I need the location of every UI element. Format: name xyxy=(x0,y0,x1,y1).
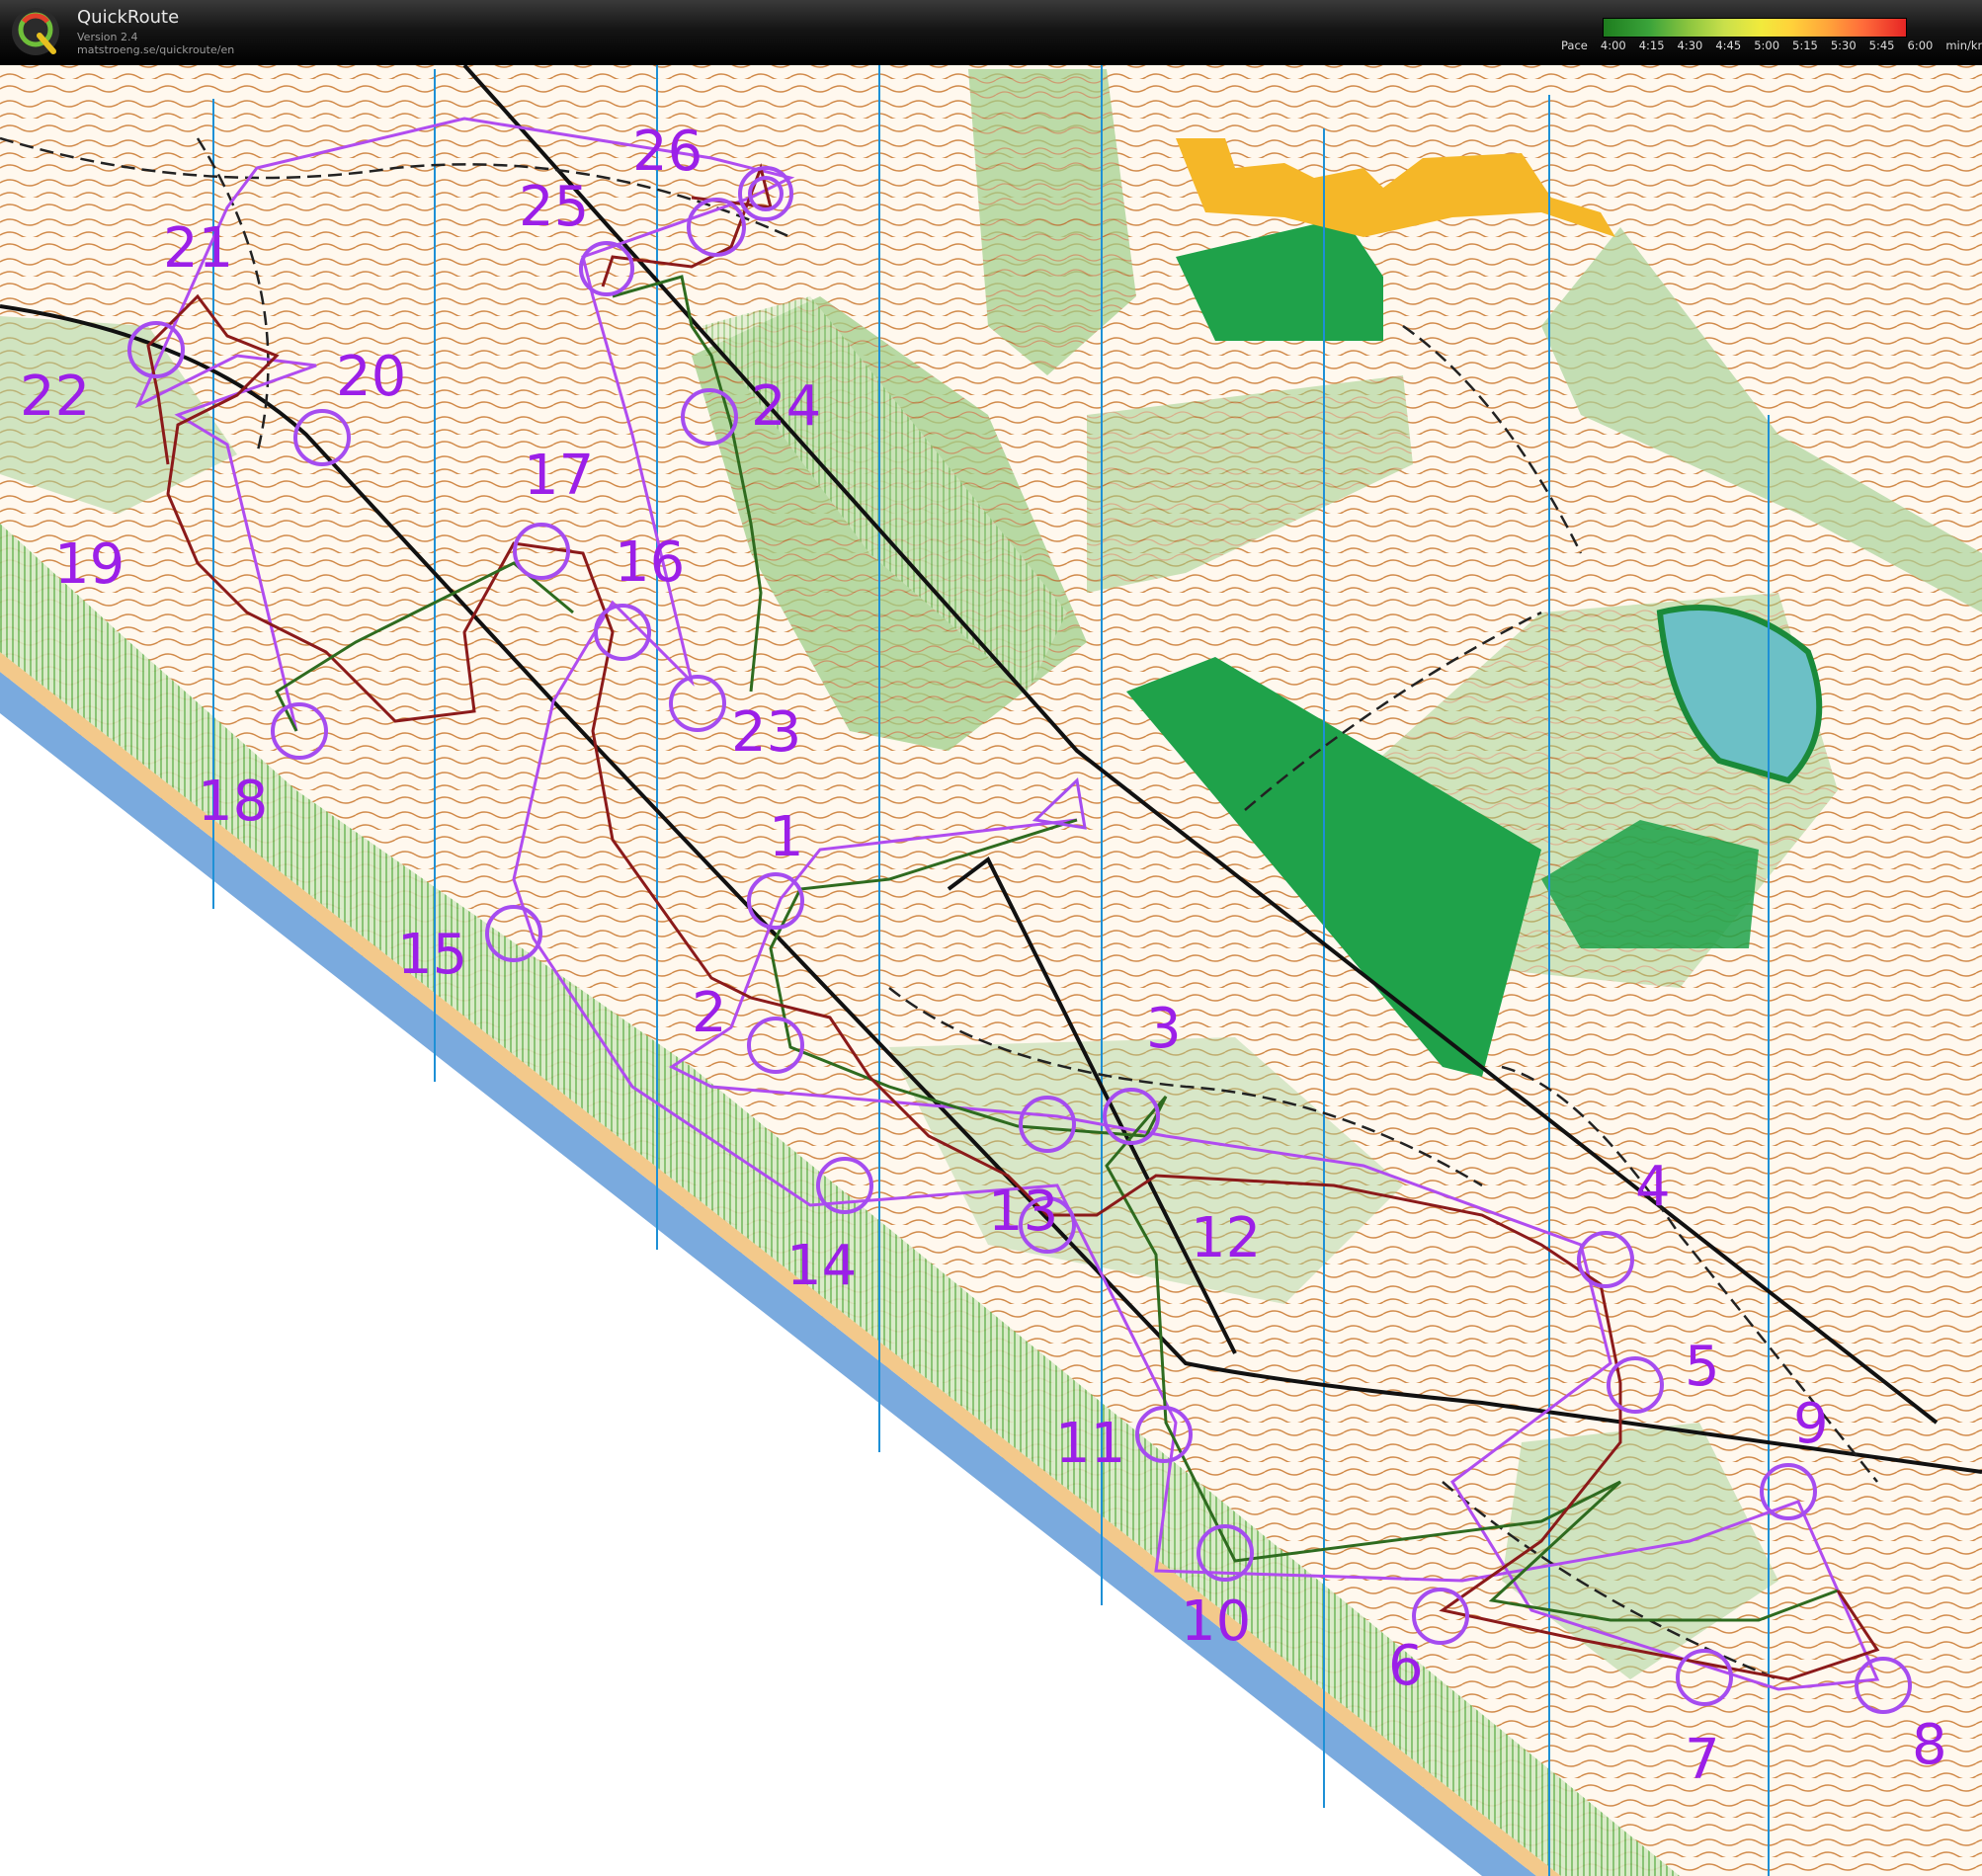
app-title: QuickRoute xyxy=(77,7,180,28)
header-bar: QuickRoute Version 2.4 matstroeng.se/qui… xyxy=(0,0,1982,65)
control-number: 12 xyxy=(1191,1206,1261,1270)
control-number: 1 xyxy=(769,805,804,869)
app-version: Version 2.4 xyxy=(77,31,138,43)
pace-unit: min/km xyxy=(1945,39,1982,52)
pace-tick: 5:00 xyxy=(1754,39,1780,52)
control-number: 24 xyxy=(751,374,821,439)
control-number: 26 xyxy=(632,120,702,184)
control-number: 13 xyxy=(988,1180,1058,1244)
control-number: 25 xyxy=(519,175,589,239)
control-number: 23 xyxy=(731,700,801,765)
control-number: 5 xyxy=(1685,1335,1720,1399)
control-number: 19 xyxy=(54,532,124,597)
control-number: 10 xyxy=(1181,1590,1251,1654)
control-number: 11 xyxy=(1055,1412,1125,1476)
pace-color-scale xyxy=(1603,18,1907,38)
orienteering-map[interactable]: 1 2 3 4 5 6 7 8 9 10 11 12 13 14 15 16 1… xyxy=(0,65,1982,1876)
control-number: 20 xyxy=(336,345,406,409)
control-number: 16 xyxy=(615,530,685,595)
control-number: 9 xyxy=(1793,1392,1829,1456)
pace-tick: 5:15 xyxy=(1792,39,1818,52)
pace-tick: 4:00 xyxy=(1600,39,1626,52)
pace-legend-label: Pace xyxy=(1561,39,1588,52)
pace-tick: 5:30 xyxy=(1830,39,1857,52)
control-number: 4 xyxy=(1635,1155,1671,1219)
control-number: 22 xyxy=(20,365,90,429)
control-number: 17 xyxy=(524,444,594,508)
pace-tick: 4:45 xyxy=(1715,39,1742,52)
pace-tick: 4:30 xyxy=(1677,39,1703,52)
control-number: 2 xyxy=(692,981,727,1045)
pace-tick: 5:45 xyxy=(1868,39,1895,52)
control-number: 14 xyxy=(786,1234,857,1298)
pace-tick: 4:15 xyxy=(1638,39,1665,52)
control-number: 3 xyxy=(1146,997,1182,1061)
quickroute-logo-icon xyxy=(12,8,59,55)
control-number: 15 xyxy=(397,923,467,987)
pace-tick: 6:00 xyxy=(1907,39,1934,52)
control-number: 8 xyxy=(1912,1713,1947,1777)
control-number: 18 xyxy=(198,770,268,834)
pace-legend: Pace 4:00 4:15 4:30 4:45 5:00 5:15 5:30 5:45 6:00… xyxy=(1561,39,1982,52)
control-number: 21 xyxy=(163,216,233,281)
control-number: 6 xyxy=(1388,1634,1424,1698)
app-url: matstroeng.se/quickroute/en xyxy=(77,43,235,56)
control-number: 7 xyxy=(1685,1728,1720,1792)
